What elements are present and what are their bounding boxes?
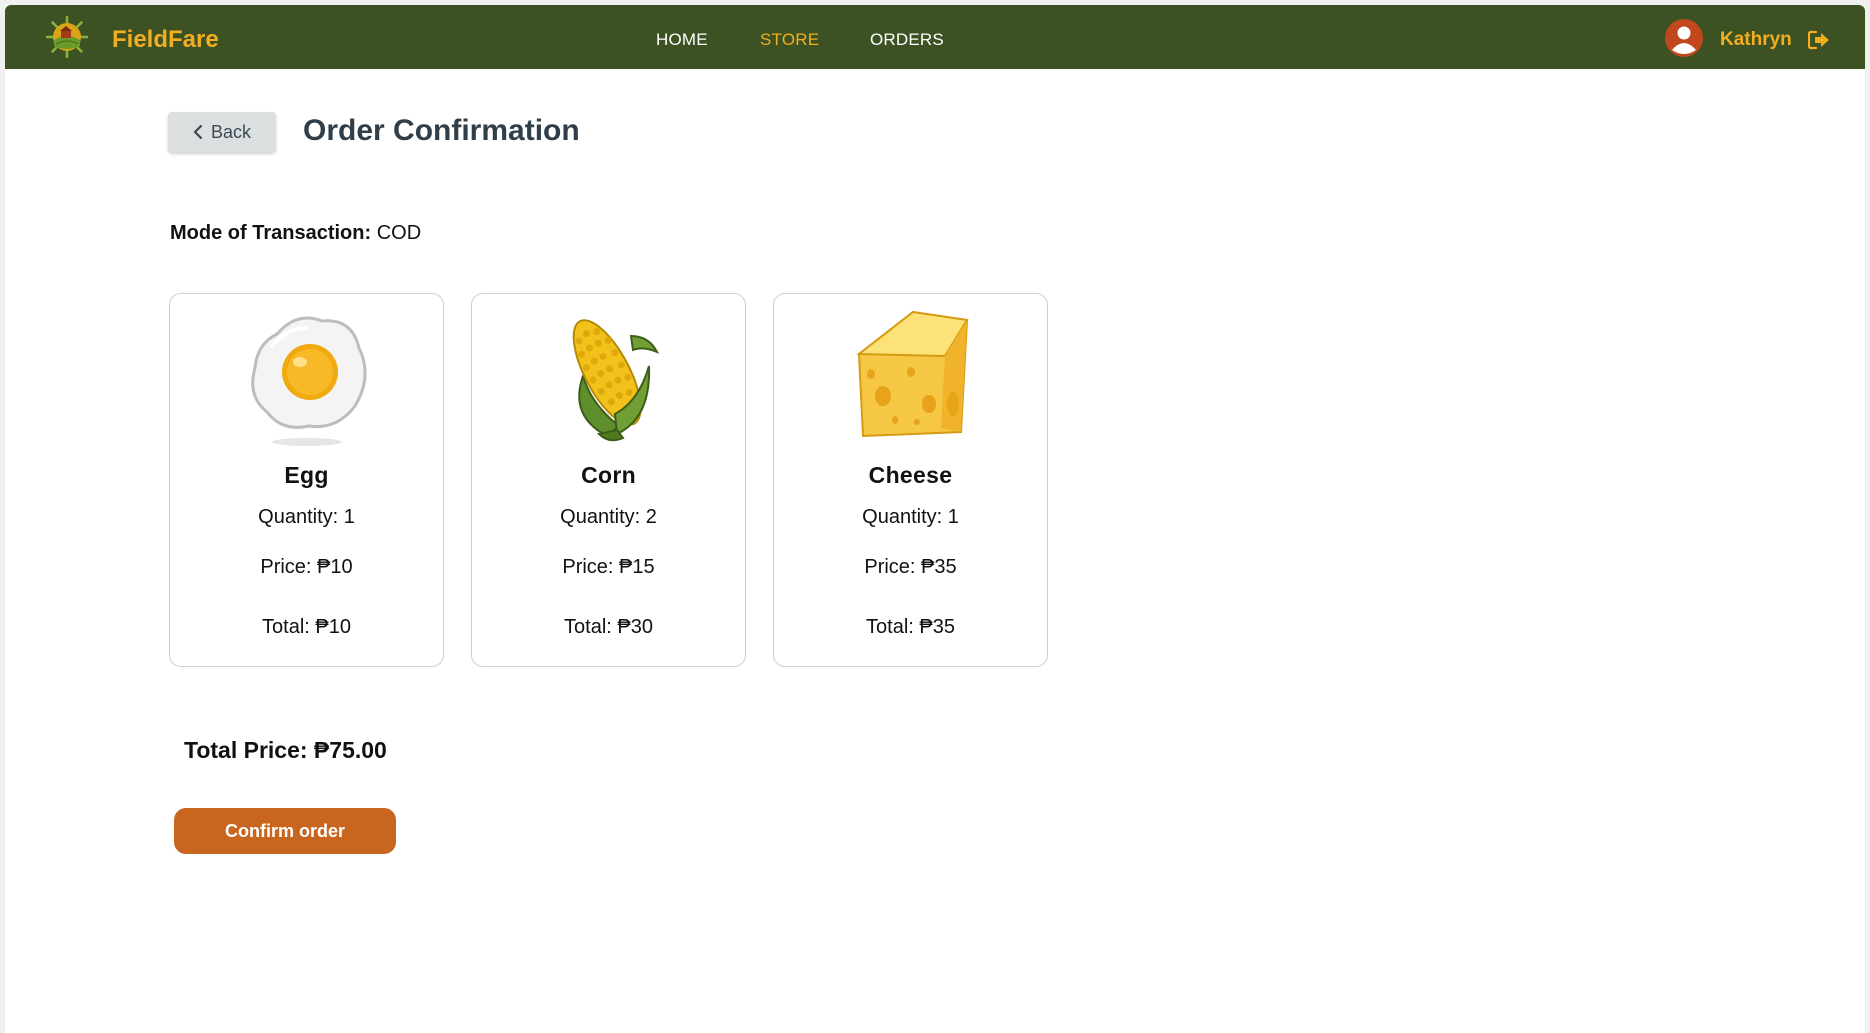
cheese-icon — [841, 306, 981, 448]
order-item-card: Egg Quantity: 1 Price: ₱10 Total: ₱10 — [169, 293, 444, 667]
chevron-left-icon — [193, 124, 203, 140]
fried-egg-icon — [237, 306, 377, 448]
item-quantity: Quantity: 1 — [862, 506, 959, 528]
back-button[interactable]: Back — [168, 112, 276, 152]
item-total: Total: ₱35 — [866, 616, 955, 638]
user-name[interactable]: Kathryn — [1720, 29, 1792, 51]
item-name: Corn — [581, 462, 636, 488]
back-button-label: Back — [210, 121, 252, 142]
app-frame: FieldFare HOME STORE ORDERS Kathryn Back… — [5, 5, 1865, 1033]
nav-home-link[interactable]: HOME — [656, 30, 708, 50]
corn-icon — [539, 306, 679, 448]
item-total: Total: ₱30 — [564, 616, 653, 638]
transaction-mode-value: COD — [376, 222, 422, 244]
order-item-card: Corn Quantity: 2 Price: ₱15 Total: ₱30 — [471, 293, 746, 667]
transaction-mode: Mode of Transaction: COD — [170, 222, 421, 245]
item-name: Cheese — [868, 462, 953, 488]
top-navbar: FieldFare HOME STORE ORDERS Kathryn — [5, 5, 1865, 69]
item-quantity: Quantity: 2 — [560, 506, 657, 528]
item-name: Egg — [284, 462, 329, 488]
item-price: Price: ₱10 — [260, 556, 353, 578]
logout-icon[interactable] — [1807, 30, 1830, 50]
confirm-order-button[interactable]: Confirm order — [174, 808, 396, 854]
nav-orders-link[interactable]: ORDERS — [870, 30, 944, 50]
page-title: Order Confirmation — [303, 114, 580, 147]
item-price: Price: ₱15 — [562, 556, 655, 578]
transaction-mode-label: Mode of Transaction: — [170, 222, 372, 244]
order-item-card: Cheese Quantity: 1 Price: ₱35 Total: ₱35 — [773, 293, 1048, 667]
item-price: Price: ₱35 — [864, 556, 957, 578]
item-total: Total: ₱10 — [262, 616, 351, 638]
farm-logo-icon[interactable] — [45, 15, 89, 59]
order-total-price: Total Price: ₱75.00 — [184, 737, 387, 763]
item-quantity: Quantity: 1 — [258, 506, 355, 528]
brand-name[interactable]: FieldFare — [112, 26, 219, 54]
nav-store-link[interactable]: STORE — [760, 30, 819, 50]
user-avatar-icon[interactable] — [1665, 19, 1703, 57]
